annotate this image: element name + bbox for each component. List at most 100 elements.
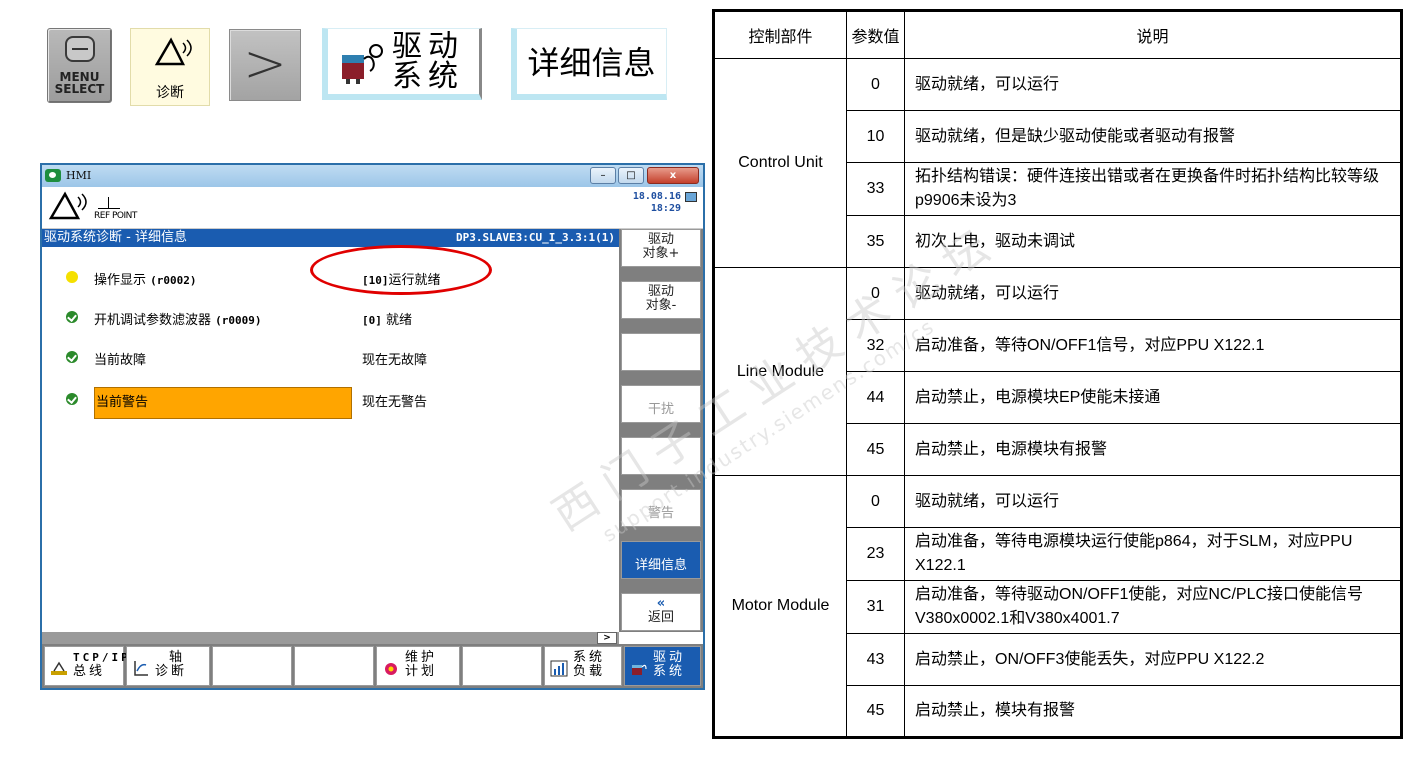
value-cell: 0 xyxy=(846,58,905,111)
value-cell: 10 xyxy=(846,110,905,163)
table-header-row: 控制部件 参数值 说明 xyxy=(713,10,1402,59)
value-cell: 43 xyxy=(846,633,905,686)
table-row: Control Unit 0 驱动就绪，可以运行 xyxy=(713,58,1402,268)
item-code: (r0009) xyxy=(215,314,262,327)
window-title: HMI xyxy=(66,169,92,182)
bottomkey-drive-system[interactable]: 驱动 系统 xyxy=(624,646,701,686)
window-titlebar: HMI – □ x xyxy=(42,165,703,187)
sidekey-warning[interactable]: 警告 xyxy=(621,489,701,527)
scroll-right-arrow[interactable]: > xyxy=(597,632,617,644)
item-value-code: [0] xyxy=(362,314,382,327)
diagnosis-key[interactable]: 诊断 xyxy=(130,28,210,106)
menu-select-icon xyxy=(65,36,95,62)
sidekey-detail-info[interactable]: 详细信息 xyxy=(621,541,701,579)
header-description: 说明 xyxy=(904,10,1402,59)
item-code: (r0002) xyxy=(150,274,197,287)
panel-header: 驱动系统诊断 - 详细信息 DP3.SLAVE3:CU_I_3.3:1(1) xyxy=(42,229,619,247)
status-ok-icon xyxy=(66,311,78,323)
sidekey-empty-5[interactable] xyxy=(621,437,701,475)
status-yellow-icon xyxy=(66,271,78,283)
table-row: Motor Module 0 驱动就绪，可以运行 xyxy=(713,475,1402,738)
item-name: 当前警告 xyxy=(94,387,352,419)
axis-icon xyxy=(134,661,148,676)
description-cell: 驱动就绪，可以运行 xyxy=(904,267,1402,320)
system-load-icon xyxy=(550,660,568,677)
close-button[interactable]: x xyxy=(647,167,699,184)
item-name: 当前故障 xyxy=(94,353,147,368)
back-chevron-icon: « xyxy=(656,596,666,611)
header-value: 参数值 xyxy=(846,10,905,59)
ref-point-icon xyxy=(98,197,120,209)
drive-system-label-1: 驱动 xyxy=(392,29,464,64)
minimize-button[interactable]: – xyxy=(590,167,616,184)
sidekey-drive-object-next[interactable]: 驱动 对象+ xyxy=(621,229,701,267)
status-ok-icon xyxy=(66,393,78,405)
next-key[interactable]: > xyxy=(229,29,301,101)
list-item[interactable]: 当前故障 现在无故障 xyxy=(42,345,619,371)
hmi-app-icon xyxy=(45,169,61,182)
drive-system-icon xyxy=(342,44,383,84)
item-value: 现在无故障 xyxy=(362,353,428,368)
ref-point-label: REF POINT xyxy=(94,211,137,221)
description-cell: 启动禁止，电源模块有报警 xyxy=(904,423,1402,476)
network-icon xyxy=(685,192,697,202)
drive-system-icon xyxy=(632,664,647,675)
description-cell: 启动准备，等待ON/OFF1信号，对应PPU X122.1 xyxy=(904,319,1402,372)
value-cell: 23 xyxy=(846,527,905,581)
horizontal-scrollbar[interactable]: > xyxy=(42,632,619,644)
value-cell: 0 xyxy=(846,475,905,528)
item-value: 现在无警告 xyxy=(362,395,428,410)
description-cell: 驱动就绪，可以运行 xyxy=(904,58,1402,111)
alarm-icon xyxy=(48,191,88,227)
bottomkey-maintenance-plan[interactable]: 维护 计划 xyxy=(376,646,460,686)
component-cell: Line Module xyxy=(713,267,847,476)
description-cell: 拓扑结构错误：硬件连接出错或者在更换备件时拓扑结构比较等级p9906未设为3 xyxy=(904,162,1402,216)
panel-object: DP3.SLAVE3:CU_I_3.3:1(1) xyxy=(456,231,615,244)
diagnosis-list: 操作显示 (r0002) [10]运行就绪 开机调试参数滤波器 (r0009) … xyxy=(42,247,619,632)
description-cell: 启动禁止，电源模块EP使能未接通 xyxy=(904,371,1402,424)
panel-title: 驱动系统诊断 - 详细信息 xyxy=(44,230,187,245)
bottomkey-axis-diagnosis[interactable]: 轴诊断 xyxy=(126,646,210,686)
maximize-button[interactable]: □ xyxy=(618,167,644,184)
sidekey-drive-object-prev[interactable]: 驱动 对象- xyxy=(621,281,701,319)
description-cell: 驱动就绪，但是缺少驱动使能或者驱动有报警 xyxy=(904,110,1402,163)
description-cell: 初次上电，驱动未调试 xyxy=(904,215,1402,268)
diagnosis-label: 诊断 xyxy=(156,85,184,101)
diagnosis-alarm-icon xyxy=(153,37,193,72)
menu-select-label-2: SELECT xyxy=(54,82,105,96)
component-cell: Control Unit xyxy=(713,58,847,268)
bottomkey-tcpip-bus[interactable]: TCP/IP 总线 xyxy=(44,646,128,686)
component-cell: Motor Module xyxy=(713,475,847,738)
horizontal-softkeys: TCP/IP 总线 轴诊断 维护 计划 系统 负载 驱动 系统 xyxy=(42,644,703,688)
highlight-oval xyxy=(310,245,492,295)
date-time: 18.08.16 18:29 xyxy=(633,191,681,215)
list-item[interactable]: 开机调试参数滤波器 (r0009) [0] 就绪 xyxy=(42,305,619,331)
value-cell: 31 xyxy=(846,580,905,634)
date-label: 18.08.16 xyxy=(632,191,681,202)
sidekey-empty-3[interactable] xyxy=(621,333,701,371)
list-item-selected[interactable]: 当前警告 现在无警告 xyxy=(42,387,619,419)
sidekey-fault[interactable]: 干扰 xyxy=(621,385,701,423)
drive-system-key[interactable]: 驱动 系统 xyxy=(322,28,482,100)
value-cell: 33 xyxy=(846,162,905,216)
description-cell: 启动准备，等待电源模块运行使能p864，对于SLM，对应PPU X122.1 xyxy=(904,527,1402,581)
detail-info-key[interactable]: 详细信息 xyxy=(511,28,667,100)
item-name: 操作显示 xyxy=(94,273,151,288)
bottomkey-empty-4[interactable] xyxy=(294,646,374,686)
description-cell: 启动禁止，ON/OFF3使能丢失，对应PPU X122.2 xyxy=(904,633,1402,686)
detail-info-label: 详细信息 xyxy=(527,44,656,82)
bottomkey-empty-3[interactable] xyxy=(212,646,292,686)
value-cell: 0 xyxy=(846,267,905,320)
time-label: 18:29 xyxy=(650,203,681,214)
table-row: Line Module 0 驱动就绪，可以运行 xyxy=(713,267,1402,476)
bottomkey-empty-6[interactable] xyxy=(462,646,542,686)
bottomkey-system-load[interactable]: 系统 负载 xyxy=(544,646,622,686)
item-name: 开机调试参数滤波器 xyxy=(94,313,216,328)
value-cell: 35 xyxy=(846,215,905,268)
value-cell: 44 xyxy=(846,371,905,424)
sidekey-back[interactable]: «返回 xyxy=(621,593,701,631)
menu-select-key[interactable]: MENU SELECT xyxy=(47,28,112,103)
value-cell: 32 xyxy=(846,319,905,372)
value-cell: 45 xyxy=(846,423,905,476)
chevron-right-icon: > xyxy=(243,34,287,94)
